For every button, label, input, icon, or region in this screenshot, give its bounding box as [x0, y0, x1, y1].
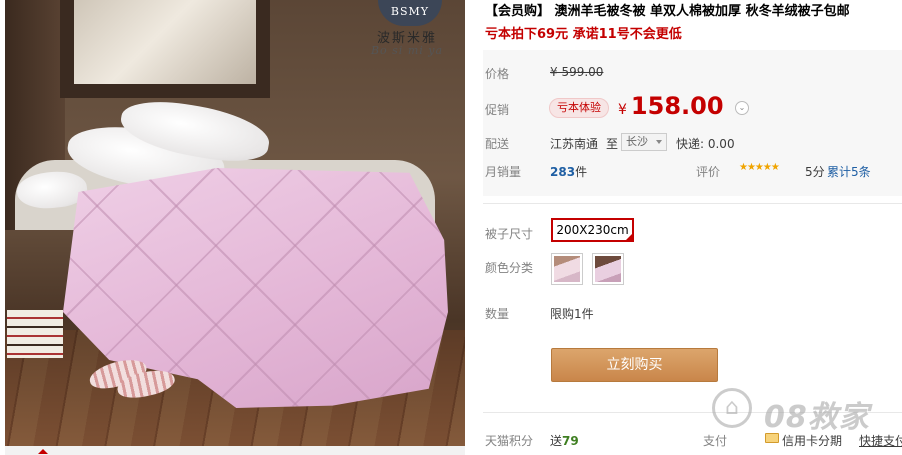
buy-now-button[interactable]: 立刻购买 [551, 348, 718, 382]
product-title: 【会员购】 澳洲羊毛被冬被 单双人棉被加厚 秋冬羊绒被子包邮 [485, 4, 850, 19]
site-watermark: ⌂ 08救家 [700, 378, 900, 438]
color-swatch-1[interactable] [551, 253, 583, 285]
quantity-limit: 限购1件 [550, 307, 594, 321]
current-price: ¥158.00 [618, 92, 724, 120]
bedding-thumbnail-icon [554, 256, 580, 282]
review-score: 5分 [805, 165, 825, 179]
review-label: 评价 [696, 165, 721, 179]
promotion-badge: 亏本体验 [549, 98, 609, 118]
product-main-image[interactable]: BSMY 波斯米雅 Bo si mi ya [5, 0, 465, 446]
monthly-sales: 283件 [550, 165, 588, 179]
caret-down-icon [656, 140, 662, 144]
promotion-label: 促销 [485, 103, 510, 117]
shipping-fee: 快递: 0.00 [676, 137, 735, 151]
color-swatch-2[interactable] [592, 253, 624, 285]
destination-select[interactable]: 长沙 [621, 133, 667, 151]
review-count-link[interactable]: 累计5条 [827, 163, 871, 180]
monthly-sales-label: 月销量 [485, 165, 522, 179]
star-rating-icon: ★★★★★ [739, 162, 780, 173]
price-label: 价格 [485, 67, 510, 81]
bedding-thumbnail-icon [595, 256, 621, 282]
promo-text: 亏本拍下69元 承诺11号不会更低 [485, 27, 682, 42]
points-label: 天猫积分 [485, 434, 534, 448]
selected-check-icon [624, 232, 634, 242]
quantity-label: 数量 [485, 307, 510, 321]
size-option-selected[interactable]: 200X230cm [551, 218, 634, 242]
mirror-frame [60, 0, 270, 98]
points-value: 送79 [550, 434, 579, 448]
shipping-label: 配送 [485, 137, 510, 151]
color-label: 颜色分类 [485, 261, 534, 275]
thumbnail-strip [5, 446, 465, 455]
ship-from: 江苏南通 [550, 137, 599, 151]
thumbnail-pointer-icon [38, 449, 48, 454]
original-price: ¥ 599.00 [550, 65, 604, 79]
brand-logo: BSMY [378, 0, 442, 26]
chevron-down-icon[interactable]: ⌄ [735, 101, 749, 115]
ship-to-label: 至 [606, 137, 619, 151]
brand-name-en: Bo si mi ya [370, 44, 444, 57]
watermark-text: 08救家 [764, 400, 870, 435]
book-stack [7, 310, 63, 358]
divider [483, 203, 902, 204]
size-label: 被子尺寸 [485, 227, 534, 241]
house-icon: ⌂ [712, 388, 752, 428]
